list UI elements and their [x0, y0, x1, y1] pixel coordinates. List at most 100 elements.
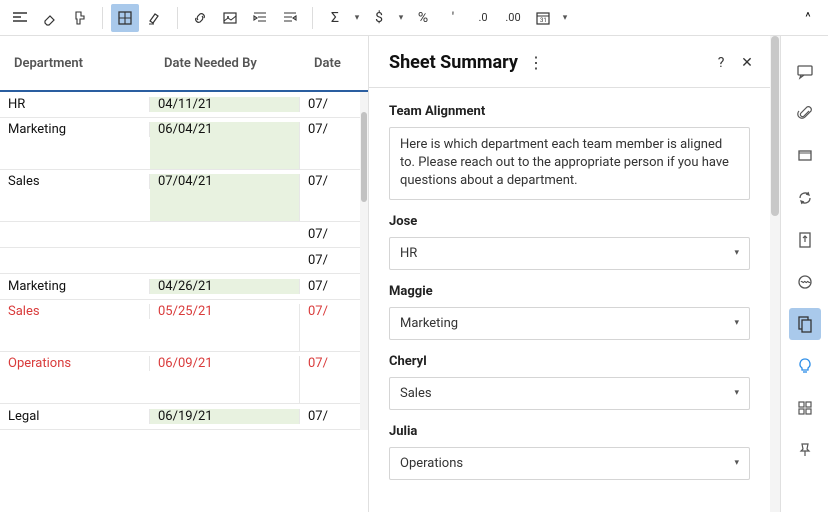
date-format-dropdown[interactable]: ▾	[559, 13, 571, 23]
panel-scroll-thumb[interactable]	[771, 36, 779, 216]
column-header-date[interactable]: Date	[300, 56, 358, 71]
column-header-department[interactable]: Department	[0, 56, 150, 71]
cell-date[interactable]: 07/	[300, 356, 358, 371]
currency-dropdown[interactable]: ▾	[395, 13, 407, 23]
team-alignment-text[interactable]: Here is which department each team membe…	[389, 127, 750, 200]
cell-date-needed[interactable]: 06/04/21	[150, 122, 300, 169]
collapse-toolbar-button[interactable]: ^	[794, 4, 822, 32]
field-cheryl: Cheryl Sales ▾	[389, 354, 750, 410]
panel-title: Sheet Summary	[389, 52, 518, 73]
table-row[interactable]: Marketing06/04/2107/	[0, 118, 368, 170]
field-label: Jose	[389, 214, 750, 229]
field-julia: Julia Operations ▾	[389, 424, 750, 480]
cell-date[interactable]: 07/	[300, 279, 358, 294]
cell-date[interactable]: 07/	[300, 227, 358, 242]
table-row[interactable]: 07/	[0, 248, 368, 274]
field-team-alignment: Team Alignment Here is which department …	[389, 104, 750, 200]
forms-button[interactable]	[789, 392, 821, 424]
table-row[interactable]: Legal06/19/2107/	[0, 404, 368, 430]
sum-dropdown[interactable]: ▾	[351, 13, 363, 23]
highlight-button[interactable]	[141, 4, 169, 32]
quote-icon: '	[452, 10, 454, 26]
eraser-button[interactable]	[36, 4, 64, 32]
grid-scrollbar[interactable]	[360, 92, 368, 430]
cell-department[interactable]: Legal	[0, 409, 150, 424]
toolbar-separator	[102, 7, 103, 29]
field-label: Cheryl	[389, 354, 750, 369]
maggie-select[interactable]: Marketing ▾	[389, 307, 750, 340]
panel-scrollbar[interactable]	[770, 36, 780, 512]
decrease-decimal-button[interactable]: .0	[469, 4, 497, 32]
jose-select[interactable]: HR ▾	[389, 237, 750, 270]
cell-department[interactable]: HR	[0, 97, 150, 112]
update-requests-button[interactable]	[789, 182, 821, 214]
panel-header: Sheet Summary ⋮ ? ✕	[369, 36, 780, 88]
cell-date[interactable]: 07/	[300, 174, 358, 189]
sum-button[interactable]: Σ	[321, 4, 349, 32]
pin-button[interactable]	[789, 434, 821, 466]
sheet-summary-button[interactable]	[789, 308, 821, 340]
cell-date-needed[interactable]: 06/19/21	[150, 409, 300, 424]
dec-more-icon: .00	[505, 11, 520, 24]
toolbar-separator	[177, 7, 178, 29]
cell-date-needed[interactable]: 04/26/21	[150, 279, 300, 294]
grid-body: HR04/11/2107/Marketing06/04/2107/Sales07…	[0, 92, 368, 430]
panel-close-button[interactable]: ✕	[734, 55, 760, 71]
grid-scroll-thumb[interactable]	[361, 112, 367, 202]
date-format-button[interactable]: 31	[529, 4, 557, 32]
outdent-button[interactable]	[276, 4, 304, 32]
cell-date-needed[interactable]: 05/25/21	[150, 304, 300, 351]
increase-decimal-button[interactable]: .00	[499, 4, 527, 32]
table-row[interactable]: Sales07/04/2107/	[0, 170, 368, 222]
percent-icon: %	[418, 10, 428, 26]
currency-button[interactable]: $	[365, 4, 393, 32]
field-jose: Jose HR ▾	[389, 214, 750, 270]
cell-date-needed[interactable]: 07/04/21	[150, 174, 300, 221]
publish-button[interactable]	[789, 224, 821, 256]
format-painter-button[interactable]	[66, 4, 94, 32]
column-header-date-needed[interactable]: Date Needed By	[150, 56, 300, 71]
wrap-text-button[interactable]	[6, 4, 34, 32]
table-row[interactable]: 07/	[0, 222, 368, 248]
select-value: Marketing	[400, 316, 458, 331]
proofs-button[interactable]	[789, 140, 821, 172]
indent-button[interactable]	[246, 4, 274, 32]
cell-department[interactable]: Marketing	[0, 122, 150, 137]
field-label: Maggie	[389, 284, 750, 299]
table-row[interactable]: Sales05/25/2107/	[0, 300, 368, 352]
field-maggie: Maggie Marketing ▾	[389, 284, 750, 340]
field-label: Team Alignment	[389, 104, 750, 119]
panel-body: Team Alignment Here is which department …	[369, 88, 780, 512]
cell-date[interactable]: 07/	[300, 97, 358, 112]
toolbar-separator	[312, 7, 313, 29]
thousands-button[interactable]: '	[439, 4, 467, 32]
cell-department[interactable]: Sales	[0, 304, 150, 319]
comments-button[interactable]	[789, 56, 821, 88]
cell-date[interactable]: 07/	[300, 409, 358, 424]
table-row[interactable]: HR04/11/2107/	[0, 92, 368, 118]
table-row[interactable]: Operations06/09/2107/	[0, 352, 368, 404]
panel-help-button[interactable]: ?	[708, 55, 734, 71]
cell-date[interactable]: 07/	[300, 253, 358, 268]
activity-log-button[interactable]	[789, 266, 821, 298]
cell-department[interactable]: Sales	[0, 174, 150, 189]
cell-date[interactable]: 07/	[300, 122, 358, 137]
julia-select[interactable]: Operations ▾	[389, 447, 750, 480]
chevron-down-icon: ▾	[734, 388, 739, 398]
link-button[interactable]	[186, 4, 214, 32]
ideas-button[interactable]	[789, 350, 821, 382]
attachments-button[interactable]	[789, 98, 821, 130]
cell-date[interactable]: 07/	[300, 304, 358, 319]
cheryl-select[interactable]: Sales ▾	[389, 377, 750, 410]
panel-menu-button[interactable]: ⋮	[528, 53, 544, 72]
borders-button[interactable]	[111, 4, 139, 32]
cell-date-needed[interactable]: 04/11/21	[150, 97, 300, 112]
cell-department[interactable]: Marketing	[0, 279, 150, 294]
percent-button[interactable]: %	[409, 4, 437, 32]
cell-date-needed[interactable]: 06/09/21	[150, 356, 300, 403]
table-row[interactable]: Marketing04/26/2107/	[0, 274, 368, 300]
image-button[interactable]	[216, 4, 244, 32]
grid-area: Department Date Needed By Date HR04/11/2…	[0, 36, 368, 512]
chevron-down-icon: ▾	[734, 458, 739, 468]
cell-department[interactable]: Operations	[0, 356, 150, 371]
